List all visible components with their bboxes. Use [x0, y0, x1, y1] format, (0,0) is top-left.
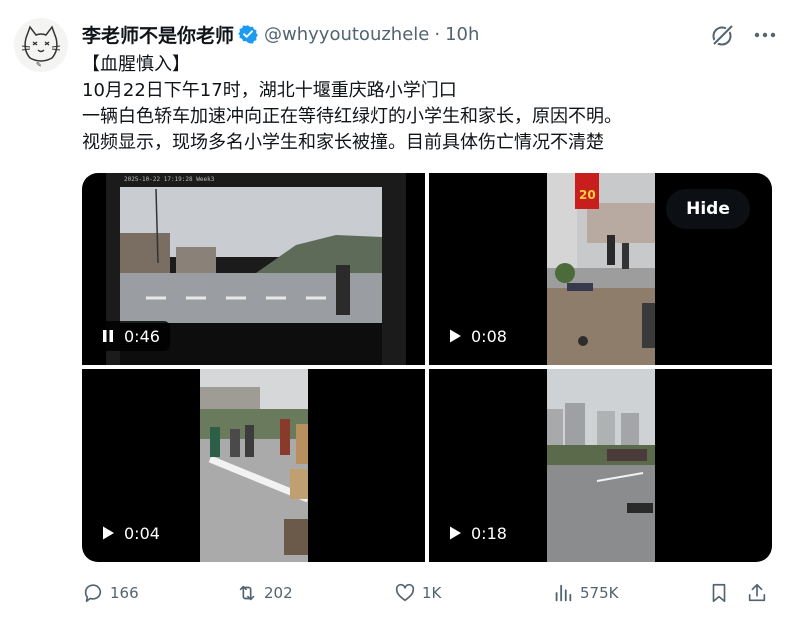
post-text-line: 10月22日下午17时，湖北十堰重庆路小学门口	[82, 80, 457, 101]
video-3-duration-badge: 0:04	[92, 518, 170, 548]
cat-doodle-icon: ✎	[21, 25, 61, 69]
video-duration: 0:18	[471, 523, 507, 543]
repost-button[interactable]: 202	[236, 578, 293, 608]
video-2[interactable]: 20 Hide 0:08	[429, 173, 772, 365]
like-button[interactable]: 1K	[394, 578, 441, 608]
view-count: 575K	[580, 584, 619, 602]
video-4-duration-badge: 0:18	[439, 518, 517, 548]
post-text-line: 视频显示，现场多名小学生和家长被撞。目前具体伤亡情况不清楚	[82, 132, 604, 153]
like-count: 1K	[422, 584, 442, 602]
post-text: 【血腥慎入】 10月22日下午17时，湖北十堰重庆路小学门口 一辆白色轿车加速冲…	[82, 52, 782, 156]
hide-button[interactable]: Hide	[666, 189, 750, 229]
bookmark-button[interactable]	[708, 578, 736, 608]
author-name[interactable]: 李老师不是你老师	[82, 21, 234, 48]
video-4[interactable]: 0:18	[429, 369, 772, 562]
share-icon	[748, 583, 766, 602]
action-bar: 166 202 1K 575K	[82, 578, 782, 608]
avatar[interactable]: ✎	[14, 18, 68, 72]
play-icon[interactable]	[447, 328, 463, 344]
video-1-duration-badge: 0:46	[92, 321, 170, 351]
post-text-line: 一辆白色轿车加速冲向正在等待红绿灯的小学生和家长，原因不明。	[82, 106, 622, 127]
video-3-thumbnail	[200, 369, 308, 562]
video-duration: 0:08	[471, 326, 507, 346]
video-duration: 0:46	[124, 326, 160, 346]
bookmark-icon	[712, 583, 726, 603]
reply-icon	[84, 584, 102, 603]
reply-button[interactable]: 166	[82, 578, 139, 608]
play-icon[interactable]	[447, 525, 463, 541]
grok-icon[interactable]	[710, 22, 736, 48]
more-icon[interactable]	[752, 24, 778, 46]
like-icon	[395, 583, 415, 602]
video-duration: 0:04	[124, 523, 160, 543]
media-grid: 2025-10-22 17:19:28 Week3 0:46 20 Hide 0…	[82, 173, 772, 562]
share-button[interactable]	[746, 578, 774, 608]
video-1[interactable]: 2025-10-22 17:19:28 Week3 0:46	[82, 173, 425, 365]
post-header: 李老师不是你老师 @whyyoutouzhele · 10h	[82, 21, 479, 48]
post-text-line: 【血腥慎入】	[82, 54, 190, 75]
video-2-sign-text: 20	[579, 188, 596, 202]
repost-count: 202	[264, 584, 293, 602]
reply-count: 166	[110, 584, 139, 602]
views-icon	[555, 584, 572, 602]
author-handle[interactable]: @whyyoutouzhele	[264, 24, 429, 45]
video-2-duration-badge: 0:08	[439, 321, 517, 351]
views-button[interactable]: 575K	[552, 578, 618, 608]
video-2-thumbnail: 20	[547, 173, 655, 365]
svg-text:✎: ✎	[36, 61, 42, 69]
video-1-timestamp: 2025-10-22 17:19:28 Week3	[124, 176, 215, 183]
separator-dot: ·	[434, 23, 441, 45]
video-4-thumbnail	[547, 369, 655, 562]
pause-icon[interactable]	[100, 328, 116, 344]
verified-badge-icon	[238, 25, 258, 44]
video-3[interactable]: 0:04	[82, 369, 425, 562]
repost-icon	[239, 585, 255, 601]
play-icon[interactable]	[100, 525, 116, 541]
post-time[interactable]: 10h	[445, 24, 479, 45]
